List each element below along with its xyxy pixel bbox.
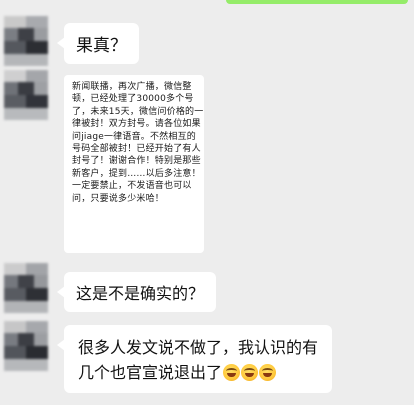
outgoing-message-bubble-partial (226, 0, 408, 4)
message-bubble[interactable]: 很多人发文说不做了，我认识的有几个也官宣说退出了 (57, 325, 332, 393)
avatar[interactable] (4, 263, 48, 313)
laughing-crying-emoji (223, 364, 241, 381)
image-message[interactable]: 新闻联播，再次广播，微信整顿，已经处理了30000多个号了，未来15天，微信问价… (64, 75, 204, 253)
laughing-crying-emoji (241, 364, 259, 381)
laughing-crying-emoji (259, 364, 277, 381)
message-text: 这是不是确实的？ (76, 284, 205, 303)
avatar[interactable] (4, 16, 48, 66)
image-message-text: 新闻联播，再次广播，微信整顿，已经处理了30000多个号了，未来15天，微信问价… (72, 82, 204, 204)
avatar[interactable] (4, 321, 48, 371)
message-text: 很多人发文说不做了，我认识的有几个也官宣说退出了 (78, 338, 319, 382)
message-text: 果真？ (76, 36, 127, 56)
message-bubble[interactable]: 果真？ (57, 23, 139, 64)
avatar[interactable] (4, 70, 48, 120)
message-bubble[interactable]: 这是不是确实的？ (56, 272, 217, 312)
